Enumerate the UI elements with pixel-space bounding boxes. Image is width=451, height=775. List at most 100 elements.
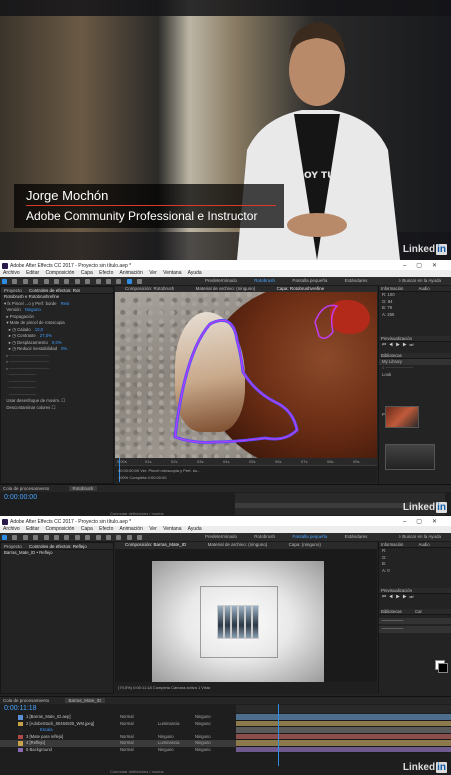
composition-viewer[interactable] — [152, 561, 324, 682]
menu-animacion[interactable]: Animación — [119, 270, 142, 276]
workspace-estandares[interactable]: Estándares — [345, 534, 368, 539]
tab-audio[interactable]: Audio — [419, 286, 430, 291]
viewer-controls-row[interactable]: 00:00:00:00 Ver: Pincel rotoscopia y Per… — [115, 467, 377, 474]
zoom-tool-icon[interactable] — [22, 279, 28, 284]
pan-tool-icon[interactable] — [53, 535, 59, 540]
tab-layer[interactable]: Capa: Rotobrushvrefine — [277, 286, 325, 291]
puppet-tool-icon[interactable] — [137, 535, 143, 540]
menu-archivo[interactable]: Archivo — [3, 526, 20, 532]
text-tool-icon[interactable] — [85, 535, 91, 540]
tab-layer[interactable]: Capa: (ninguno) — [289, 542, 321, 547]
tab-info[interactable]: Información — [381, 542, 403, 547]
tab-footage[interactable]: Material de archivo: (ninguno) — [208, 542, 268, 547]
tab-rotobrush-comp[interactable]: Rotobrush — [68, 486, 98, 491]
clone-tool-icon[interactable] — [105, 279, 111, 284]
tab-barras-comp[interactable]: Barras_Mate_ID — [64, 698, 106, 703]
eraser-tool-icon[interactable] — [116, 279, 122, 284]
menu-capa[interactable]: Capa — [81, 270, 93, 276]
menu-editar[interactable]: Editar — [26, 270, 39, 276]
tab-character[interactable]: Car — [415, 609, 422, 614]
rotate-tool-icon[interactable] — [33, 279, 39, 284]
hand-tool-icon[interactable] — [12, 279, 18, 284]
layer-matte[interactable]: Ninguno — [158, 747, 174, 754]
menu-ventana[interactable]: Ventana — [163, 270, 181, 276]
template-thumbnail[interactable] — [385, 444, 435, 470]
pan-tool-icon[interactable] — [53, 279, 59, 284]
layer-track-bar[interactable] — [236, 746, 451, 753]
rotobrush-tool-icon[interactable] — [126, 535, 132, 540]
font-select[interactable]: ─────── — [379, 617, 451, 624]
tab-effects-controls[interactable]: Controles de efectos: Reflejo — [29, 544, 87, 549]
playback-controls[interactable]: ⏮◀▶▶⏭ — [379, 342, 451, 349]
window-controls[interactable]: –▢✕ — [403, 518, 447, 526]
layer-time-ruler[interactable]: 0:00s 01s 02s 03s 04s 05s 06s 07s 08s 09… — [115, 458, 377, 466]
viewer-controls-row[interactable]: (79,5%) 0:00:11:18 Completa Cámara activ… — [115, 682, 377, 694]
mask-tool-icon[interactable] — [64, 279, 70, 284]
workspace-pantalla-pequena[interactable]: Pantalla pequeña — [292, 278, 327, 283]
window-controls[interactable]: –▢✕ — [403, 262, 447, 270]
tab-footage[interactable]: Material de archivo: (ninguno) — [196, 286, 256, 291]
mask-tool-icon[interactable] — [64, 535, 70, 540]
look-thumbnail[interactable] — [385, 406, 419, 428]
selection-tool-icon[interactable] — [2, 535, 7, 540]
pen-tool-icon[interactable] — [74, 535, 80, 540]
tab-composition[interactable]: Composición: Rotobrush — [125, 286, 174, 291]
menu-ver[interactable]: Ver — [149, 270, 157, 276]
tab-audio[interactable]: Audio — [419, 542, 430, 547]
workspace-rotobrush[interactable]: Rotobrush — [254, 278, 275, 283]
hand-tool-icon[interactable] — [12, 535, 18, 540]
playback-controls[interactable]: ⏮◀▶▶⏭ — [379, 594, 451, 601]
menu-ayuda[interactable]: Ayuda — [188, 526, 202, 532]
menu-composicion[interactable]: Composición — [46, 526, 75, 532]
tab-project[interactable]: Proyecto — [4, 288, 22, 293]
workspace-predeterminado[interactable]: Predeterminado — [205, 278, 237, 283]
tab-render-queue[interactable]: Cola de procesamiento — [3, 486, 49, 491]
current-timecode[interactable]: 0:00:11:18 — [4, 705, 37, 712]
selection-tool-icon[interactable] — [2, 279, 7, 284]
rotate-tool-icon[interactable] — [33, 535, 39, 540]
brush-tool-icon[interactable] — [95, 279, 101, 284]
menu-editar[interactable]: Editar — [26, 526, 39, 532]
layer-tracks[interactable] — [236, 714, 451, 753]
tab-render-queue[interactable]: Cola de procesamiento — [3, 698, 49, 703]
menu-composicion[interactable]: Composición — [46, 270, 75, 276]
search-help[interactable]: ⌕ Buscar en la Ayuda — [399, 534, 441, 539]
layer-parent[interactable]: Ninguno — [195, 747, 211, 754]
zoom-tool-icon[interactable] — [22, 535, 28, 540]
timeline-ruler[interactable] — [236, 705, 451, 713]
eraser-tool-icon[interactable] — [116, 535, 122, 540]
menu-archivo[interactable]: Archivo — [3, 270, 20, 276]
camera-tool-icon[interactable] — [43, 279, 49, 284]
tab-info[interactable]: Información — [381, 286, 403, 291]
menu-ver[interactable]: Ver — [149, 526, 157, 532]
toggle-switches-modes[interactable]: Conmutar definidores / modos — [0, 511, 451, 516]
current-timecode[interactable]: 0:00:00:00 — [4, 494, 37, 501]
clone-tool-icon[interactable] — [105, 535, 111, 540]
layer-mode[interactable]: Normal — [120, 747, 134, 754]
font-style-select[interactable]: ─────── — [379, 626, 451, 633]
rotobrush-tool-icon[interactable] — [126, 279, 132, 284]
pen-tool-icon[interactable] — [74, 279, 80, 284]
workspace-estandares[interactable]: Estándares — [345, 278, 368, 283]
camera-tool-icon[interactable] — [43, 535, 49, 540]
effect-row[interactable]: Descontaminar colores ☐ — [1, 405, 113, 412]
timeline-playhead[interactable] — [278, 704, 279, 766]
toggle-switches-modes[interactable]: Conmutar definidores / modos — [0, 769, 451, 775]
menu-capa[interactable]: Capa — [81, 526, 93, 532]
stroke-color-swatch[interactable] — [438, 663, 448, 673]
workspace-pantalla-pequena[interactable]: Pantalla pequeña — [292, 534, 327, 539]
tab-effects-controls[interactable]: Controles de efectos: Rot — [29, 288, 80, 293]
tab-composition[interactable]: Composición: Barras_Mate_ID — [125, 542, 186, 547]
menu-efecto[interactable]: Efecto — [99, 526, 113, 532]
brush-tool-icon[interactable] — [95, 535, 101, 540]
menu-animacion[interactable]: Animación — [119, 526, 142, 532]
layer-viewer[interactable] — [115, 292, 377, 458]
table-row[interactable]: 5 Background Normal Ninguno Ninguno — [0, 747, 236, 754]
workspace-predeterminado[interactable]: Predeterminado — [205, 534, 237, 539]
search-help[interactable]: ⌕ Buscar en la Ayuda — [399, 278, 441, 283]
text-tool-icon[interactable] — [85, 279, 91, 284]
workspace-rotobrush[interactable]: Rotobrush — [254, 534, 275, 539]
puppet-tool-icon[interactable] — [137, 279, 143, 284]
menu-ayuda[interactable]: Ayuda — [188, 270, 202, 276]
menu-ventana[interactable]: Ventana — [163, 526, 181, 532]
